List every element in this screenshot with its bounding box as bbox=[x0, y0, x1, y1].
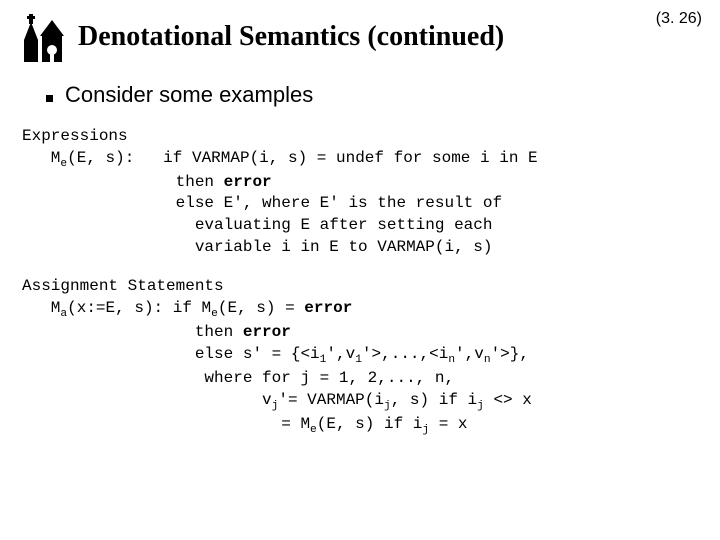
expr-l3: else E', where E' is the result of bbox=[176, 194, 502, 212]
expr-heading: Expressions bbox=[22, 127, 128, 145]
assign-l3c: '>,...,<i bbox=[362, 345, 448, 363]
expr-l1: if VARMAP(i, s) = undef for some i in E bbox=[163, 149, 537, 167]
error-keyword: error bbox=[304, 299, 352, 317]
page-title: Denotational Semantics (continued) bbox=[78, 21, 504, 53]
university-logo-icon bbox=[18, 10, 66, 64]
bullet-text: Consider some examples bbox=[65, 82, 313, 108]
expr-l2a: then bbox=[176, 173, 224, 191]
assign-l5a: v bbox=[195, 391, 272, 409]
assignment-block: Assignment Statements Ma(x:=E, s): if Me… bbox=[22, 276, 702, 438]
assign-sig-l: (x:=E, s): if M bbox=[67, 299, 211, 317]
header: Denotational Semantics (continued) bbox=[18, 10, 702, 64]
expr-l4: evaluating E after setting each bbox=[176, 216, 493, 234]
page-number: (3. 26) bbox=[656, 10, 702, 28]
expr-sig: (E, s): bbox=[67, 149, 134, 167]
assign-l3e: '>}, bbox=[491, 345, 529, 363]
assign-heading: Assignment Statements bbox=[22, 277, 224, 295]
error-keyword: error bbox=[243, 323, 291, 341]
expressions-block: Expressions Me(E, s): if VARMAP(i, s) = … bbox=[22, 126, 702, 258]
assign-l6c: = x bbox=[429, 415, 467, 433]
assign-l6b: (E, s) if i bbox=[317, 415, 423, 433]
expr-l5: variable i in E to VARMAP(i, s) bbox=[176, 238, 493, 256]
bullet-item: Consider some examples bbox=[46, 82, 702, 108]
assign-l5d: <> x bbox=[484, 391, 532, 409]
assign-sig-r: (E, s) = bbox=[218, 299, 304, 317]
assign-l2a: then bbox=[195, 323, 243, 341]
assign-l5b: '= VARMAP(i bbox=[278, 391, 384, 409]
assign-l3b: ',v bbox=[326, 345, 355, 363]
bullet-dot-icon bbox=[46, 95, 53, 102]
assign-l5c: , s) if i bbox=[391, 391, 477, 409]
assign-l4: where for j = 1, 2,..., n, bbox=[195, 369, 454, 387]
assign-l3d: ',v bbox=[455, 345, 484, 363]
error-keyword: error bbox=[224, 173, 272, 191]
assign-l6a: = M bbox=[195, 415, 310, 433]
assign-l3a: else s' = {<i bbox=[195, 345, 320, 363]
